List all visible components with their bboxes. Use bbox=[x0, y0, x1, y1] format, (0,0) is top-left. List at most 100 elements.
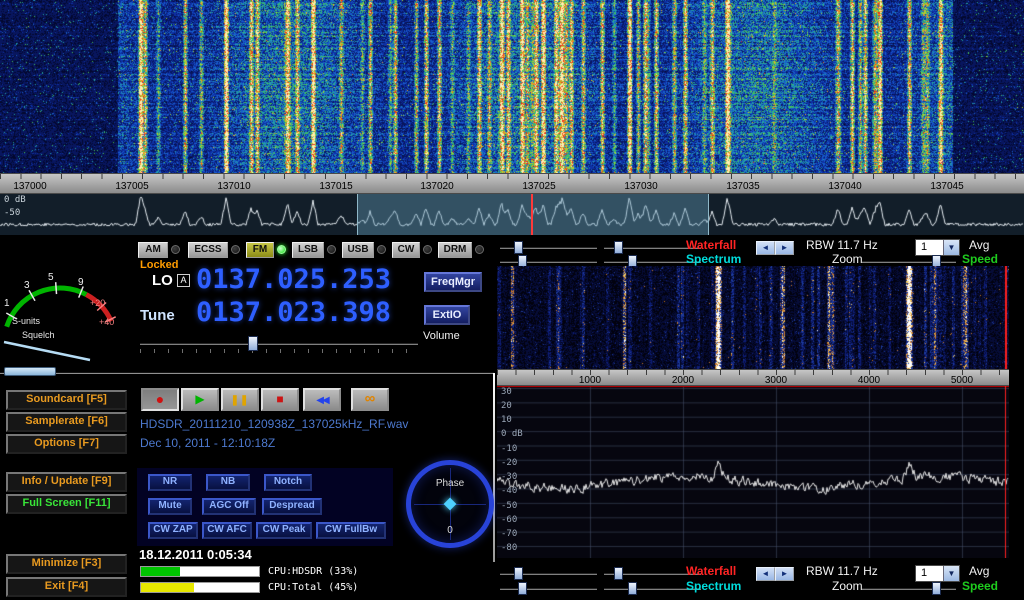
lower-spectrum-brightness-slider[interactable] bbox=[500, 582, 597, 595]
minimize-button[interactable]: Minimize [F3] bbox=[6, 554, 127, 574]
options-button[interactable]: Options [F7] bbox=[6, 434, 127, 454]
db-axis-label: -80 bbox=[501, 543, 517, 553]
upper-avg-label: Avg bbox=[969, 238, 989, 252]
lo-lock-badge[interactable]: A bbox=[177, 274, 190, 287]
locked-label: Locked bbox=[140, 259, 179, 271]
db-axis-label: 30 bbox=[501, 387, 512, 397]
tune-cursor bbox=[531, 194, 533, 235]
s-meter-label-9: 9 bbox=[78, 277, 84, 288]
stop-button[interactable]: ■ bbox=[261, 388, 299, 411]
lower-waterfall-brightness-slider[interactable] bbox=[500, 567, 597, 580]
slider-thumb[interactable] bbox=[514, 241, 523, 254]
frequency-scale[interactable]: 137000 137005 137010 137015 137020 13702… bbox=[0, 173, 1024, 194]
mode-drm-button[interactable]: DRM bbox=[438, 242, 472, 258]
slider-thumb[interactable] bbox=[628, 582, 637, 595]
secondary-waterfall-display[interactable] bbox=[497, 266, 1009, 369]
cw-afc-button[interactable]: CW AFC bbox=[202, 522, 252, 539]
tune-label: Tune bbox=[140, 307, 175, 324]
extio-button[interactable]: ExtIO bbox=[424, 305, 470, 325]
audio-frequency-axis[interactable]: 1000 2000 3000 4000 5000 bbox=[497, 369, 1009, 386]
slider-thumb[interactable] bbox=[614, 567, 623, 580]
mode-cw-button[interactable]: CW bbox=[392, 242, 420, 258]
cpu-hdsdr-bar bbox=[140, 566, 260, 577]
upper-waterfall-brightness-slider[interactable] bbox=[500, 241, 597, 254]
s-meter-label-3: 3 bbox=[24, 280, 30, 291]
mode-fm-button[interactable]: FM bbox=[246, 242, 274, 258]
mode-lsb-button[interactable]: LSB bbox=[292, 242, 324, 258]
slider-thumb[interactable] bbox=[518, 582, 527, 595]
pause-button[interactable]: ❚❚ bbox=[221, 388, 259, 411]
fm-led-icon bbox=[277, 245, 286, 254]
status-datetime: 18.12.2011 0:05:34 bbox=[139, 547, 252, 562]
cpu-hdsdr-label: CPU:HDSDR (33%) bbox=[268, 566, 358, 577]
secondary-spectrum-display[interactable] bbox=[497, 386, 1009, 558]
panel-split-slider-thumb[interactable] bbox=[4, 367, 56, 376]
usb-led-icon bbox=[377, 245, 386, 254]
nr-button[interactable]: NR bbox=[148, 474, 192, 491]
slider-thumb[interactable] bbox=[932, 582, 941, 595]
volume-slider[interactable] bbox=[140, 336, 418, 354]
zoom-band[interactable] bbox=[357, 194, 709, 235]
lower-spectrum-label: Spectrum bbox=[686, 579, 741, 593]
cpu-total-bar bbox=[140, 582, 260, 593]
info-update-button[interactable]: Info / Update [F9] bbox=[6, 472, 127, 492]
rewind-button[interactable]: ◀◀ bbox=[303, 388, 341, 411]
volume-slider-thumb[interactable] bbox=[248, 336, 258, 351]
exit-button[interactable]: Exit [F4] bbox=[6, 577, 127, 597]
agc-button[interactable]: AGC Off bbox=[202, 498, 256, 515]
scroll-left-icon[interactable]: ◄ bbox=[756, 241, 775, 255]
samplerate-button[interactable]: Samplerate [F6] bbox=[6, 412, 127, 432]
freq-label: 137040 bbox=[828, 181, 861, 192]
stop-icon: ■ bbox=[276, 392, 283, 406]
db-axis-label: 10 bbox=[501, 415, 512, 425]
cw-zap-button[interactable]: CW ZAP bbox=[148, 522, 198, 539]
freqmgr-button[interactable]: FreqMgr bbox=[424, 272, 482, 292]
loop-icon: ∞ bbox=[365, 390, 376, 407]
mode-ecss-button[interactable]: ECSS bbox=[188, 242, 228, 258]
slider-thumb[interactable] bbox=[614, 241, 623, 254]
tune-frequency-display[interactable]: 0137.023.398 bbox=[196, 297, 391, 328]
scroll-left-icon[interactable]: ◄ bbox=[756, 567, 775, 581]
upper-waterfall-scroll-spinner[interactable]: ◄ ► bbox=[756, 241, 794, 255]
lo-frequency-display[interactable]: 0137.025.253 bbox=[196, 264, 391, 295]
loop-button[interactable]: ∞ bbox=[351, 388, 389, 411]
cw-peak-button[interactable]: CW Peak bbox=[256, 522, 312, 539]
freq-label: 137030 bbox=[624, 181, 657, 192]
soundcard-button[interactable]: Soundcard [F5] bbox=[6, 390, 127, 410]
freq-label: 137005 bbox=[115, 181, 148, 192]
nb-button[interactable]: NB bbox=[206, 474, 250, 491]
scroll-right-icon[interactable]: ► bbox=[775, 567, 794, 581]
volume-slider-groove[interactable] bbox=[140, 342, 418, 345]
vertical-divider bbox=[493, 373, 495, 562]
lower-avg-select[interactable]: 1 ▼ bbox=[915, 565, 960, 582]
audio-axis-ticks bbox=[497, 370, 1009, 375]
upper-avg-select[interactable]: 1 ▼ bbox=[915, 239, 960, 256]
slider-thumb[interactable] bbox=[514, 567, 523, 580]
mode-am-button[interactable]: AM bbox=[138, 242, 168, 258]
overview-spectrum[interactable]: 0 dB -50 bbox=[0, 194, 1024, 235]
lower-zoom-slider[interactable] bbox=[862, 582, 956, 595]
notch-button[interactable]: Notch bbox=[264, 474, 312, 491]
s-meter-label-p20: +20 bbox=[90, 298, 105, 308]
record-button[interactable]: ● bbox=[141, 388, 179, 411]
dropdown-arrow-icon[interactable]: ▼ bbox=[943, 566, 959, 581]
fullscreen-button[interactable]: Full Screen [F11] bbox=[6, 494, 127, 514]
mode-usb-button[interactable]: USB bbox=[342, 242, 374, 258]
lower-waterfall-scroll-spinner[interactable]: ◄ ► bbox=[756, 567, 794, 581]
play-button[interactable]: ▶ bbox=[181, 388, 219, 411]
dropdown-arrow-icon[interactable]: ▼ bbox=[943, 240, 959, 255]
phase-marker-icon bbox=[444, 498, 457, 511]
cw-fullbw-button[interactable]: CW FullBw bbox=[316, 522, 386, 539]
cpu-hdsdr-fill bbox=[141, 567, 180, 576]
phase-label: Phase bbox=[411, 478, 489, 489]
scroll-right-icon[interactable]: ► bbox=[775, 241, 794, 255]
db-axis-label: -60 bbox=[501, 515, 517, 525]
mute-button[interactable]: Mute bbox=[148, 498, 192, 515]
cw-led-icon bbox=[423, 245, 432, 254]
lower-speed-label: Speed bbox=[962, 579, 998, 593]
despread-button[interactable]: Despread bbox=[262, 498, 322, 515]
panel-split-slider-track[interactable] bbox=[0, 372, 494, 374]
main-waterfall-display[interactable] bbox=[0, 0, 1024, 173]
volume-slider-ticks bbox=[140, 349, 418, 353]
lower-avg-label: Avg bbox=[969, 564, 989, 578]
